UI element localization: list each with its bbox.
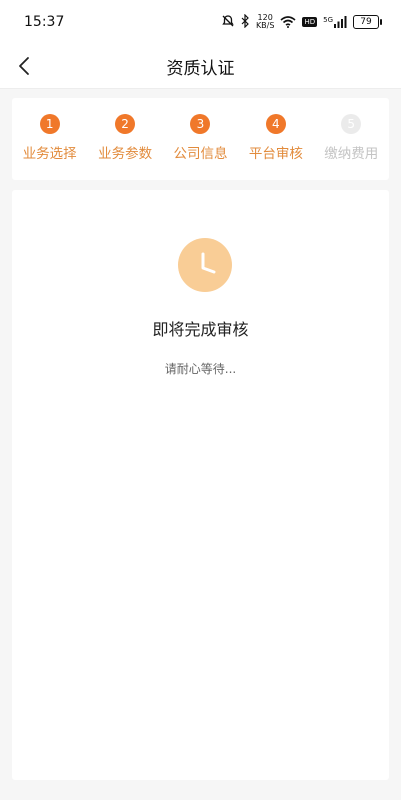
review-status-card: 即将完成审核 请耐心等待...: [12, 190, 389, 780]
step-number: 2: [115, 114, 136, 134]
status-icons: 120 KB/S HD 5G 79: [221, 12, 382, 32]
step-number: 4: [265, 114, 286, 134]
network-speed: 120 KB/S: [256, 14, 275, 30]
hd-badge: HD: [302, 17, 318, 27]
step-business-selection: 1 业务选择: [16, 114, 84, 162]
review-subtitle: 请耐心等待...: [164, 362, 237, 376]
step-label: 缴纳费用: [324, 146, 379, 162]
review-title: 即将完成审核: [152, 320, 249, 339]
step-label: 平台审核: [248, 146, 303, 162]
status-time: 15:37: [24, 14, 65, 30]
signal-icon: 5G: [323, 16, 347, 28]
step-platform-review: 4 平台审核: [242, 114, 310, 162]
step-business-parameters: 2 业务参数: [91, 114, 159, 162]
clock-icon: [178, 238, 232, 292]
wifi-icon: [280, 13, 296, 32]
status-bar: 15:37 120 KB/S HD 5G 79: [0, 0, 401, 44]
step-company-info: 3 公司信息: [166, 114, 234, 162]
battery-icon: 79: [353, 15, 382, 29]
mute-icon: [221, 13, 235, 32]
step-label: 公司信息: [173, 146, 228, 162]
step-number: 3: [190, 114, 211, 134]
page-title: 资质认证: [166, 59, 235, 79]
progress-steps: 1 业务选择 2 业务参数 3 公司信息 4 平台审核 5 缴纳费用: [12, 98, 389, 180]
signal-network-label: 5G: [323, 16, 333, 24]
step-number: 1: [39, 114, 60, 134]
step-payment: 5 缴纳费用: [317, 114, 385, 162]
bluetooth-icon: [241, 13, 250, 32]
network-speed-unit: KB/S: [255, 21, 275, 30]
step-number: 5: [341, 114, 362, 134]
nav-bar: 资质认证: [0, 44, 401, 89]
step-label: 业务参数: [98, 146, 153, 162]
step-label: 业务选择: [22, 146, 77, 162]
